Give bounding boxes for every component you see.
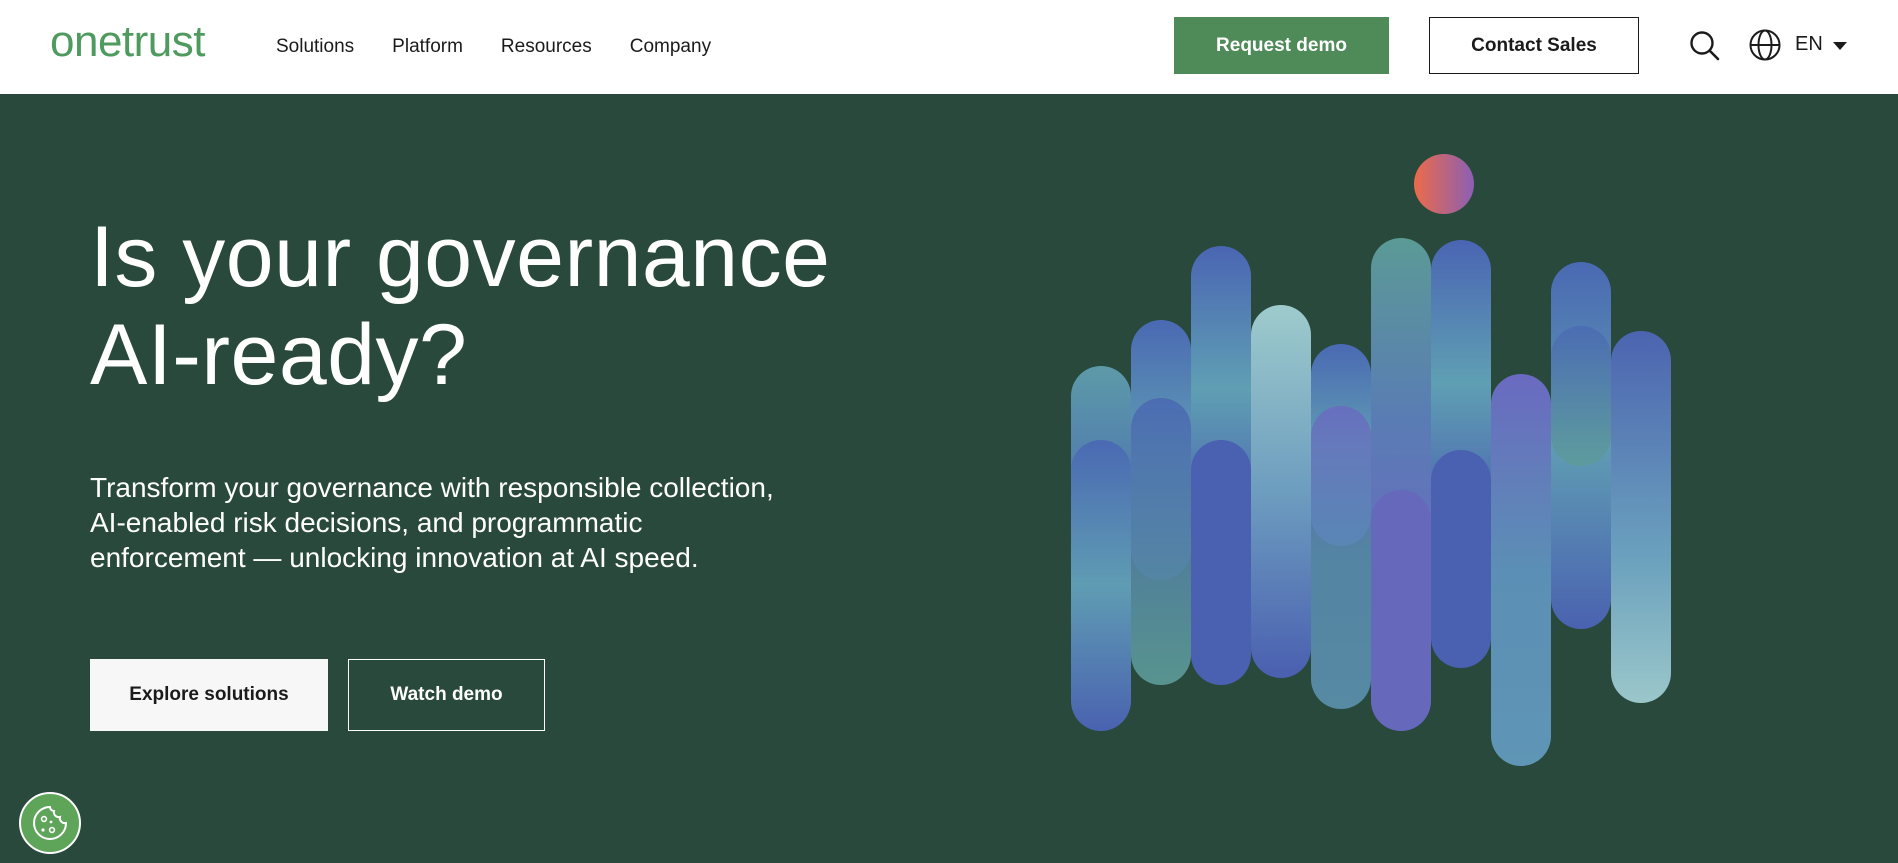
cookie-icon [33, 805, 68, 840]
hero-headline: Is your governance AI-ready? [90, 208, 990, 404]
cookie-settings-button[interactable] [19, 792, 81, 854]
bar-shape [1071, 440, 1131, 731]
bar-shape [1191, 440, 1251, 685]
bar-shape [1371, 490, 1431, 731]
language-selector[interactable]: EN [1795, 33, 1823, 56]
explore-solutions-button[interactable]: Explore solutions [90, 659, 328, 731]
nav-platform[interactable]: Platform [392, 36, 463, 58]
orb-shape [1414, 154, 1474, 214]
bar-shape [1491, 374, 1551, 766]
chevron-down-icon[interactable] [1833, 42, 1847, 50]
search-icon[interactable] [1688, 29, 1722, 63]
nav-solutions[interactable]: Solutions [276, 36, 354, 58]
bar-shape [1551, 326, 1611, 466]
nav-resources[interactable]: Resources [501, 36, 592, 58]
subtext-line-1: Transform your governance with responsib… [90, 472, 774, 503]
headline-line-2: AI-ready? [90, 307, 468, 403]
hero-subtext: Transform your governance with responsib… [90, 470, 850, 575]
bar-shape [1431, 450, 1491, 668]
watch-demo-button[interactable]: Watch demo [348, 659, 545, 731]
bar-shape [1251, 305, 1311, 678]
globe-icon[interactable] [1748, 28, 1782, 62]
subtext-line-3: enforcement — unlocking innovation at AI… [90, 542, 699, 573]
nav-company[interactable]: Company [630, 36, 711, 58]
onetrust-logo[interactable]: onetrust [50, 17, 205, 67]
bar-shape [1611, 331, 1671, 703]
bar-shape [1311, 406, 1371, 709]
contact-sales-button[interactable]: Contact Sales [1429, 17, 1639, 74]
main-menu: Solutions Platform Resources Company [276, 0, 711, 94]
hero-illustration [1071, 154, 1671, 766]
subtext-line-2: AI-enabled risk decisions, and programma… [90, 507, 643, 538]
request-demo-button[interactable]: Request demo [1174, 17, 1389, 74]
headline-line-1: Is your governance [90, 209, 831, 305]
bar-shape [1131, 398, 1191, 685]
top-navigation: onetrust Solutions Platform Resources Co… [0, 0, 1898, 94]
